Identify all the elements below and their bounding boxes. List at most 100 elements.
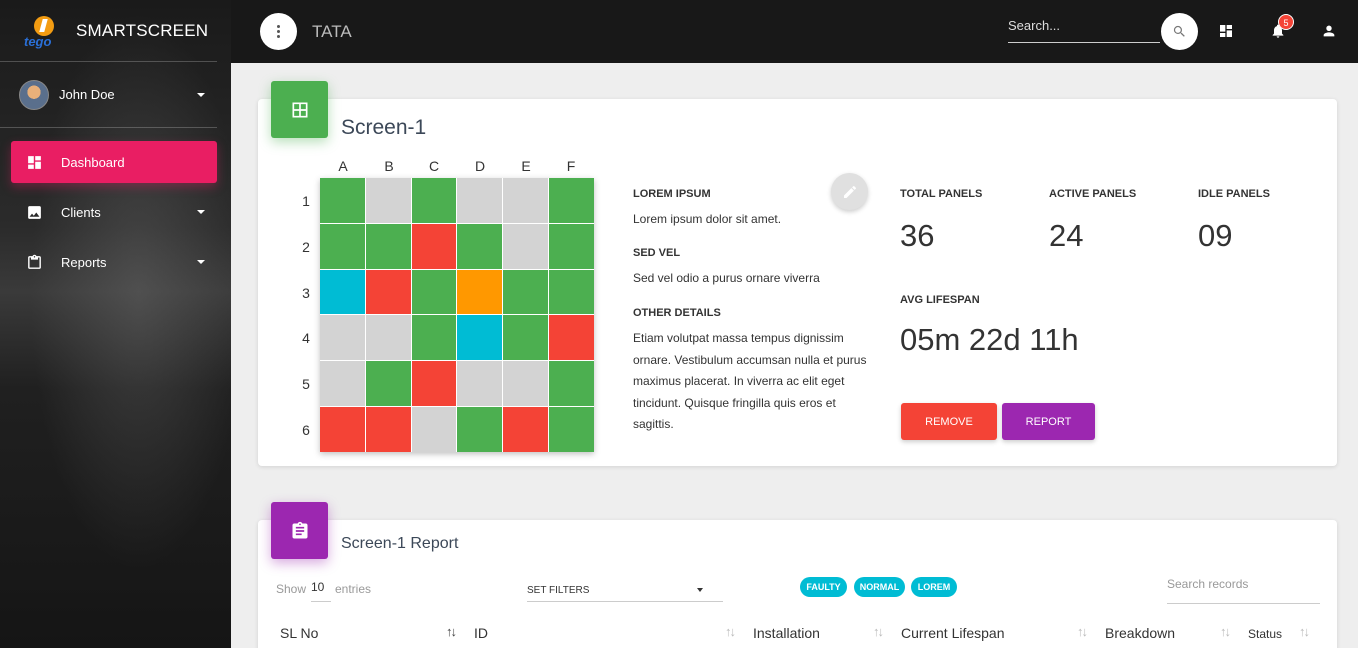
avg-lifespan-value: 05m 22d 11h [900,322,1079,357]
column-label: A [338,158,348,174]
clipboard-icon [25,253,43,271]
panel-cell-C5[interactable] [411,361,457,407]
filter-chip-normal[interactable]: NORMAL [854,577,905,597]
column-header-status[interactable]: Status [1248,627,1282,641]
pencil-icon [843,185,856,198]
edit-button[interactable] [831,173,868,210]
panel-cell-D2[interactable] [457,223,503,269]
panel-cell-F2[interactable] [549,223,594,269]
column-label: C [428,158,440,174]
entries-select[interactable]: 10 [311,580,331,602]
sort-icon[interactable]: ↑↓ [1220,624,1231,639]
idle-panels-value: 09 [1198,218,1233,253]
sort-icon[interactable]: ↑↓ [873,624,884,639]
search-input[interactable] [1008,18,1160,33]
column-header-current-lifespan[interactable]: Current Lifespan [901,625,1005,641]
column-label: B [384,158,394,174]
sidebar: tego SMARTSCREEN John Doe Dashboard Clie… [0,0,231,648]
panel-cell-B3[interactable] [365,269,411,315]
avatar [19,79,49,110]
show-label: Show [276,582,307,596]
sort-icon[interactable]: ↑↓ [1077,624,1088,639]
dashboard-icon[interactable] [1217,22,1235,40]
details-heading: OTHER DETAILS [633,307,721,319]
dashboard-icon [25,153,43,171]
panel-cell-A3[interactable] [320,269,365,315]
filter-chip-lorem[interactable]: LOREM [911,577,957,597]
panel-cell-E5[interactable] [503,361,549,407]
panel-cell-E1[interactable] [503,178,549,223]
panel-cell-B1[interactable] [365,178,411,223]
filter-chip-faulty[interactable]: FAULTY [800,577,847,597]
panel-cell-C6[interactable] [411,407,457,452]
panel-cell-B2[interactable] [365,223,411,269]
panel-cell-A6[interactable] [320,407,365,452]
panel-cell-F6[interactable] [549,407,594,452]
set-filters-select[interactable]: SET FILTERS [527,585,723,602]
panel-cell-D6[interactable] [457,407,503,452]
panel-cell-D4[interactable] [457,315,503,361]
idle-panels-label: IDLE PANELS [1198,188,1270,200]
panel-cell-A4[interactable] [320,315,365,361]
panel-cell-D5[interactable] [457,361,503,407]
panel-cell-E2[interactable] [503,223,549,269]
panel-cell-B5[interactable] [365,361,411,407]
grid-icon [271,81,328,138]
panel-cell-B6[interactable] [365,407,411,452]
panel-cell-C4[interactable] [411,315,457,361]
panel-cell-E4[interactable] [503,315,549,361]
sidebar-item-label: Dashboard [61,154,125,170]
panel-cell-C1[interactable] [411,178,457,223]
sidebar-item-dashboard[interactable]: Dashboard [11,141,217,183]
notification-badge: 5 [1278,14,1294,30]
user-name: John Doe [59,87,115,102]
panel-cell-A2[interactable] [320,223,365,269]
panel-cell-C3[interactable] [411,269,457,315]
sort-icon[interactable]: ↑↓ [446,624,457,639]
remove-button[interactable]: REMOVE [901,403,997,440]
column-header-id[interactable]: ID [474,625,488,641]
active-panels-label: ACTIVE PANELS [1049,188,1137,200]
panel-cell-F1[interactable] [549,178,594,223]
caret-down-icon [197,210,205,214]
report-button[interactable]: REPORT [1002,403,1095,440]
panel-cell-C2[interactable] [411,223,457,269]
search-field[interactable] [1008,17,1160,43]
panel-cell-F3[interactable] [549,269,594,315]
person-icon[interactable] [1320,22,1338,40]
report-title: Screen-1 Report [341,535,459,552]
brand[interactable]: tego SMARTSCREEN [0,0,217,62]
column-label: E [521,158,531,174]
panel-grid [320,178,594,452]
panel-cell-A5[interactable] [320,361,365,407]
sort-icon[interactable]: ↑↓ [1299,624,1310,639]
brand-name: SMARTSCREEN [76,20,209,40]
panel-cell-E3[interactable] [503,269,549,315]
column-header-breakdown[interactable]: Breakdown [1105,625,1175,641]
search-button[interactable] [1161,13,1198,50]
panel-cell-D1[interactable] [457,178,503,223]
sidebar-item-label: Reports [61,254,107,270]
search-records-input[interactable]: Search records [1167,577,1320,604]
screen-title: Screen-1 [341,116,427,139]
panel-cell-F4[interactable] [549,315,594,361]
column-header-sl-no[interactable]: SL No [280,625,318,641]
sidebar-item-clients[interactable]: Clients [11,191,217,233]
details-text: Lorem ipsum dolor sit amet. [633,212,782,226]
panel-cell-F5[interactable] [549,361,594,407]
details-text: Sed vel odio a purus ornare viverra [633,271,820,285]
sort-icon[interactable]: ↑↓ [725,624,736,639]
user-menu[interactable]: John Doe [0,62,217,128]
panel-cell-E6[interactable] [503,407,549,452]
column-header-installation[interactable]: Installation [753,625,820,641]
caret-down-icon [197,260,205,264]
row-label: 3 [302,285,310,301]
row-label: 2 [302,239,310,255]
panel-cell-A1[interactable] [320,178,365,223]
sidebar-nav: Dashboard Clients Reports [0,128,231,283]
sidebar-item-reports[interactable]: Reports [11,241,217,283]
details-heading: LOREM IPSUM [633,188,711,200]
panel-cell-B4[interactable] [365,315,411,361]
panel-cell-D3[interactable] [457,269,503,315]
more-menu-button[interactable] [260,13,297,50]
